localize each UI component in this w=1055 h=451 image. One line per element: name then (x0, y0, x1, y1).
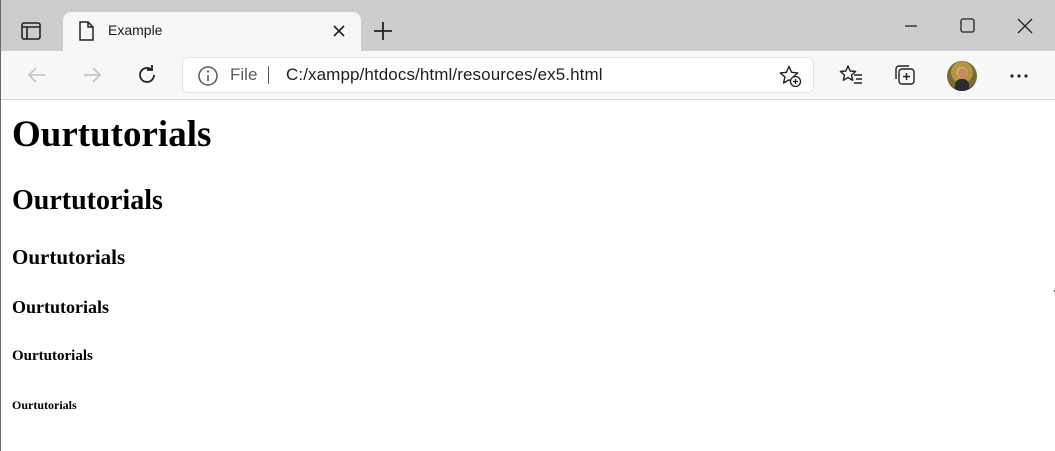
minimize-icon[interactable] (899, 14, 923, 38)
scheme-label: File (230, 65, 258, 84)
heading-1: Ourtutorials (12, 114, 212, 155)
tab-actions-icon[interactable] (13, 14, 49, 48)
close-window-icon[interactable] (1013, 14, 1037, 38)
url-text[interactable]: C:/xampp/htdocs/html/resources/ex5.html (286, 65, 603, 85)
tab-example[interactable]: Example (63, 12, 361, 51)
star-add-icon[interactable] (778, 64, 802, 88)
heading-4: Ourtutorials (12, 297, 109, 317)
info-icon[interactable] (197, 65, 219, 87)
avatar-body (955, 79, 969, 91)
document-icon (77, 21, 95, 41)
favorites-icon[interactable] (839, 63, 863, 87)
tab-title: Example (108, 22, 163, 38)
collections-icon[interactable] (893, 63, 917, 87)
avatar-head (958, 68, 967, 78)
tab-strip: Example (1, 0, 1055, 51)
forward-arrow-icon[interactable] (80, 63, 104, 87)
maximize-icon[interactable] (956, 14, 980, 38)
avatar[interactable] (947, 61, 977, 91)
page-content: Ourtutorials Ourtutorials Ourtutorials O… (1, 100, 1055, 451)
close-icon[interactable] (331, 23, 347, 39)
address-bar[interactable]: File C:/xampp/htdocs/html/resources/ex5.… (182, 57, 814, 93)
plus-icon[interactable] (372, 20, 394, 42)
toolbar: File C:/xampp/htdocs/html/resources/ex5.… (1, 51, 1055, 100)
more-icon[interactable] (1009, 66, 1029, 86)
browser-window: Example File C:/xampp/htdocs/html/resour… (0, 0, 1055, 451)
refresh-icon[interactable] (135, 63, 159, 87)
heading-6: Ourtutorials (12, 398, 77, 412)
heading-2: Ourtutorials (12, 185, 163, 216)
address-divider (268, 66, 269, 84)
back-arrow-icon[interactable] (25, 63, 49, 87)
heading-3: Ourtutorials (12, 245, 126, 269)
heading-5: Ourtutorials (12, 348, 93, 364)
